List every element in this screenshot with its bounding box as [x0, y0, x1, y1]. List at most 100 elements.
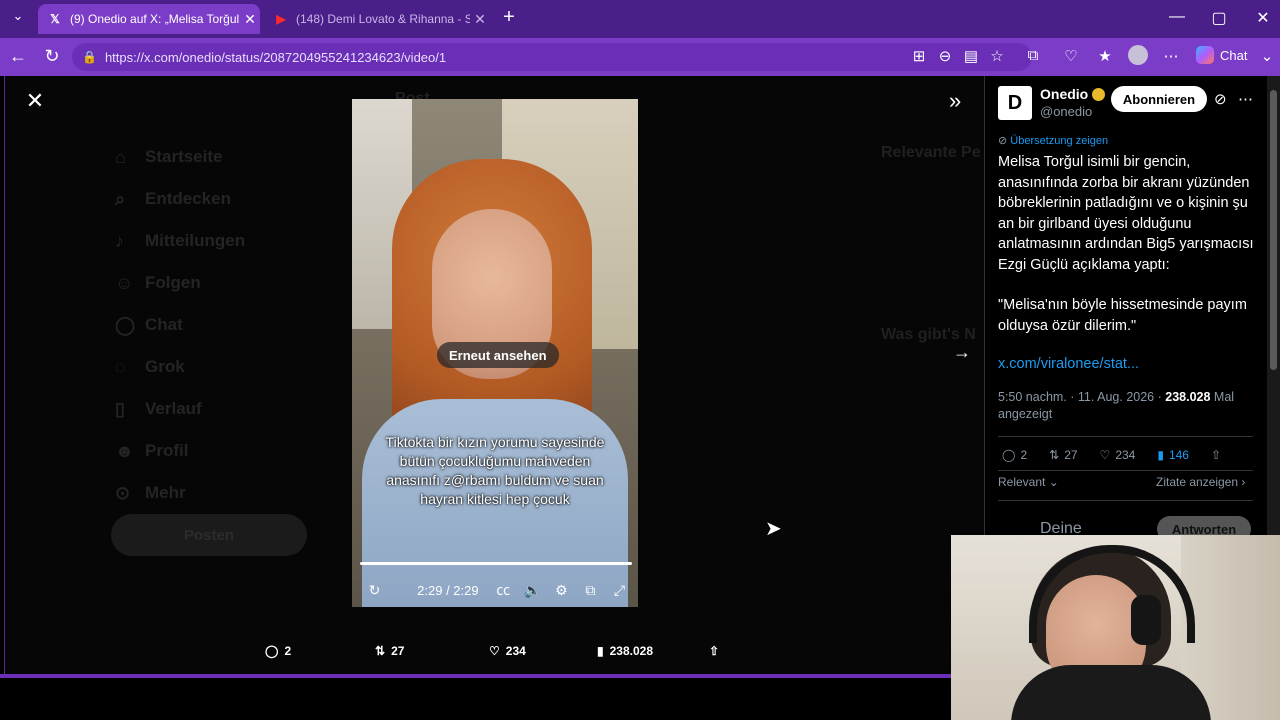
show-translation-link[interactable]: ⊘ Übersetzung zeigen	[998, 134, 1108, 147]
bookmark-icon: ▯	[115, 398, 125, 419]
sidebar-item-follow: ☺ Folgen	[115, 272, 201, 293]
chevron-down-icon[interactable]: ⌄	[1256, 47, 1278, 65]
site-info-icon[interactable]: 🔒	[82, 50, 97, 64]
tab-close-icon[interactable]: ✕	[240, 11, 260, 28]
extensions-icon[interactable]: ⧉	[1022, 47, 1044, 64]
sidebar-item-notifications: ♪ Mitteilungen	[115, 230, 246, 251]
subscribe-button[interactable]: Abonnieren	[1111, 86, 1207, 112]
sidebar-item-explore: ⌕ Entdecken	[115, 188, 231, 209]
profile-avatar[interactable]	[1128, 45, 1148, 65]
tab-list-chevron-icon[interactable]: ⌄	[6, 8, 30, 24]
account-name[interactable]: Onedio	[1040, 86, 1106, 102]
person-add-icon: ☺	[115, 272, 134, 293]
tweet-body: Melisa Torğul isimli bir gencin, anasını…	[998, 152, 1260, 336]
captions-icon[interactable]: ㏄	[489, 580, 518, 600]
sidebar-item-more: ⊙ Mehr	[115, 482, 186, 503]
zoom-icon[interactable]: ⊖	[934, 47, 956, 65]
headphones-icon	[1029, 545, 1195, 643]
pip-icon[interactable]: ⧉	[576, 582, 605, 599]
search-icon: ⌕	[115, 188, 126, 209]
tweet-timestamp[interactable]: 5:50 nachm. · 11. Aug. 2026 ·	[998, 390, 1162, 404]
reader-icon[interactable]: ▤	[960, 47, 982, 65]
chevron-right-icon: ›	[1238, 475, 1246, 489]
more-menu-icon[interactable]: ⋯	[1160, 47, 1182, 65]
divider	[998, 436, 1253, 437]
app-available-icon[interactable]: ⊞	[908, 47, 930, 65]
verified-badge-icon	[1092, 87, 1106, 101]
youtube-icon: ▶	[276, 12, 286, 26]
more-options-icon[interactable]: ⋯	[1238, 90, 1253, 108]
maximize-icon[interactable]: ▢	[1204, 8, 1234, 28]
analytics-icon: ▮	[597, 644, 604, 658]
fullscreen-icon[interactable]: ⤢	[605, 582, 634, 599]
browser-essentials-icon[interactable]: ♡	[1060, 47, 1082, 65]
reply-count: 2	[284, 644, 292, 658]
video-progress-bar[interactable]	[360, 562, 632, 565]
close-viewer-icon[interactable]: ✕	[23, 88, 47, 114]
share-icon: ⇧	[709, 644, 720, 658]
chat-bubble-icon: ◯	[115, 314, 136, 335]
bell-icon: ♪	[115, 230, 124, 251]
dimmed-post-button: Posten	[111, 514, 307, 556]
share-stat[interactable]: ⇧	[1211, 448, 1221, 462]
tab-onedio[interactable]: 𝕏 (9) Onedio auf X: „Melisa Torğul isi ✕	[38, 4, 260, 34]
headphone-earcup	[1131, 595, 1161, 645]
dimmed-sidebar: ⌂ Startseite ⌕ Entdecken ♪ Mitteilungen ☺ Fo…	[115, 136, 245, 514]
like-stat[interactable]: ♡ 234	[1100, 448, 1136, 462]
divider	[998, 500, 1253, 501]
panel-scroll-thumb[interactable]	[1270, 90, 1277, 370]
new-tab-icon[interactable]: +	[494, 6, 524, 29]
onedio-avatar[interactable]: D	[998, 86, 1032, 120]
account-handle[interactable]: @onedio	[1040, 104, 1092, 119]
minimize-icon[interactable]: —	[1162, 8, 1192, 26]
collapse-panel-icon[interactable]: »	[949, 88, 961, 114]
close-window-icon[interactable]: ✕	[1248, 8, 1278, 28]
back-arrow-icon[interactable]: ←	[6, 46, 30, 67]
repost-stat[interactable]: ⇅ 27	[1049, 448, 1077, 462]
more-circle-icon: ⊙	[115, 482, 131, 503]
replay-icon[interactable]: ↻	[360, 582, 389, 599]
favorite-star-icon[interactable]: ☆	[986, 47, 1008, 65]
tab-youtube[interactable]: ▶ (148) Demi Lovato & Rihanna - Sta ✕	[264, 4, 490, 34]
tab-title: (9) Onedio auf X: „Melisa Torğul isi	[70, 12, 240, 26]
share-icon: ⇧	[1210, 448, 1222, 462]
copilot-chat-button[interactable]: Chat	[1196, 46, 1247, 64]
sidebar-item-chat: ◯ Chat	[115, 314, 183, 335]
viewer-share-button[interactable]: ⇧	[709, 644, 719, 658]
tab-title: (148) Demi Lovato & Rihanna - Sta	[296, 12, 470, 26]
reply-stat[interactable]: ◯ 2	[1002, 448, 1027, 462]
next-media-arrow-icon[interactable]: →	[953, 342, 971, 363]
sidebar-item-profile: ☻ Profil	[115, 440, 189, 461]
tab-close-icon[interactable]: ✕	[470, 11, 490, 28]
replay-button[interactable]: Erneut ansehen	[437, 342, 559, 368]
bookmark-icon: ▮	[1157, 448, 1164, 462]
tweet-stats: ◯ 2 ⇅ 27 ♡ 234 ▮ 146 ⇧	[1002, 448, 1252, 462]
tweet-link[interactable]: x.com/viralonee/stat...	[998, 356, 1139, 372]
video-time: 2:29 / 2:29	[417, 582, 479, 598]
viewer-reply-button[interactable]: ◯ 2	[265, 644, 291, 658]
reload-icon[interactable]: ↻	[40, 46, 64, 67]
viewer-views-button[interactable]: ▮ 238.028	[597, 644, 653, 658]
sort-dropdown[interactable]: Relevant ⌄	[998, 475, 1059, 489]
volume-icon[interactable]: 🔈	[518, 582, 547, 599]
settings-gear-icon[interactable]: ⚙	[547, 582, 576, 599]
heart-icon: ♡	[489, 644, 500, 658]
like-count: 234	[505, 644, 526, 658]
reply-icon: ◯	[265, 644, 279, 658]
sidebar-item-grok: ◌ Grok	[115, 356, 185, 377]
person-icon: ☻	[115, 440, 134, 461]
views-count: 238.028	[609, 644, 653, 658]
favorites-icon[interactable]: ★	[1094, 47, 1116, 65]
grok-explain-icon[interactable]: ⊘	[1214, 90, 1227, 108]
viewer-like-button[interactable]: ♡ 234	[489, 644, 526, 658]
webcam-person-body	[1011, 665, 1211, 720]
viewer-repost-button[interactable]: ⇅ 27	[375, 644, 404, 658]
show-quotes-link[interactable]: Zitate anzeigen ›	[1156, 475, 1245, 489]
chat-label: Chat	[1220, 47, 1248, 63]
bookmark-stat[interactable]: ▮ 146	[1157, 448, 1189, 462]
address-bar-row: ← ↻ 🔒 https://x.com/onedio/status/208720…	[0, 38, 1280, 76]
repost-icon: ⇅	[1049, 448, 1060, 462]
dimmed-heading-relevant: Relevante Pe	[881, 144, 981, 161]
video-caption: Tiktokta bir kızın yorumu sayesinde bütü…	[385, 434, 605, 507]
url-field[interactable]: 🔒 https://x.com/onedio/status/2087204955…	[72, 43, 1032, 71]
